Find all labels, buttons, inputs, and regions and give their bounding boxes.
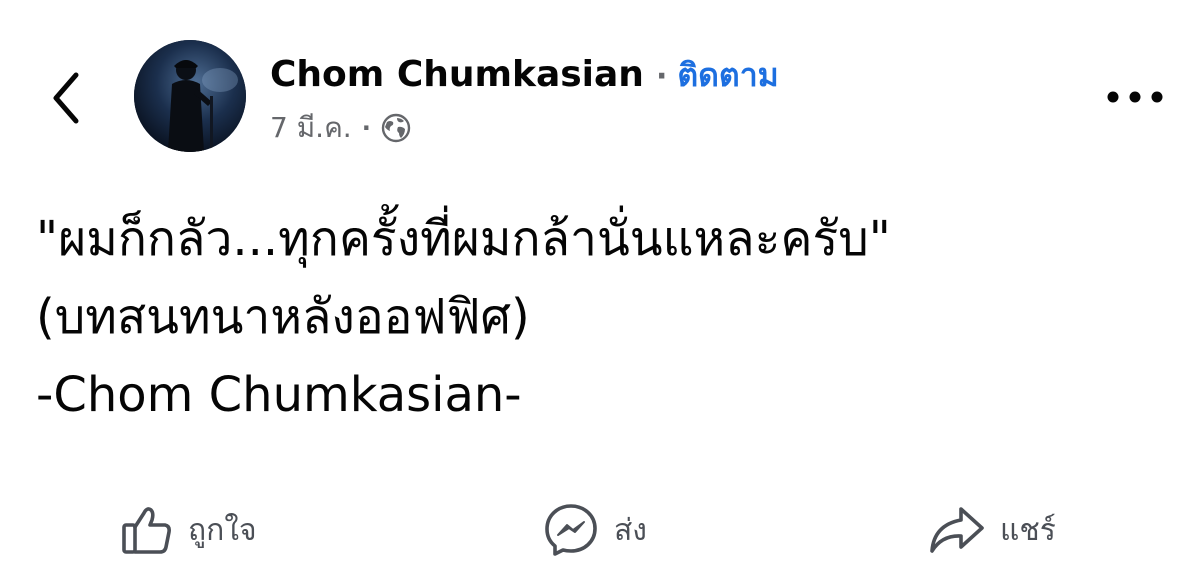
action-bar: ถูกใจ ส่ง แชร์ — [0, 490, 1200, 570]
send-button[interactable]: ส่ง — [542, 502, 647, 558]
share-arrow-icon — [930, 507, 984, 553]
post-text: "ผมก็กลัว...ทุกครั้งที่ผมกล้านั่นแหละครั… — [36, 200, 1176, 434]
follow-button[interactable]: ติดตาม — [677, 50, 778, 101]
like-label: ถูกใจ — [188, 512, 257, 548]
post-line-source: (บทสนทนาหลังออฟฟิศ) — [36, 289, 530, 345]
author-line: Chom Chumkasian · ติดตาม — [270, 50, 779, 101]
avatar[interactable] — [134, 40, 246, 152]
post-line-quote: "ผมก็กลัว...ทุกครั้งที่ผมกล้านั่นแหละครั… — [36, 211, 891, 267]
post-meta: 7 มี.ค. · — [270, 106, 411, 150]
more-options-button[interactable] — [1100, 74, 1170, 120]
like-button[interactable]: ถูกใจ — [120, 502, 257, 558]
post-view: Chom Chumkasian · ติดตาม 7 มี.ค. · "ผมก็… — [0, 0, 1200, 579]
chevron-left-icon — [53, 72, 79, 124]
back-button[interactable] — [38, 66, 94, 130]
avatar-photo — [134, 40, 246, 152]
name-separator: · — [655, 59, 668, 94]
post-date[interactable]: 7 มี.ค. — [270, 106, 352, 150]
thumbs-up-icon — [122, 507, 171, 554]
share-label: แชร์ — [1000, 512, 1056, 548]
post-line-signature: -Chom Chumkasian- — [36, 367, 522, 423]
meta-separator: · — [361, 114, 371, 142]
more-horizontal-icon — [1107, 91, 1163, 103]
messenger-icon — [545, 504, 597, 556]
globe-icon — [381, 113, 411, 143]
send-label: ส่ง — [614, 512, 647, 548]
share-button[interactable]: แชร์ — [928, 502, 1056, 558]
author-name[interactable]: Chom Chumkasian — [270, 54, 644, 95]
